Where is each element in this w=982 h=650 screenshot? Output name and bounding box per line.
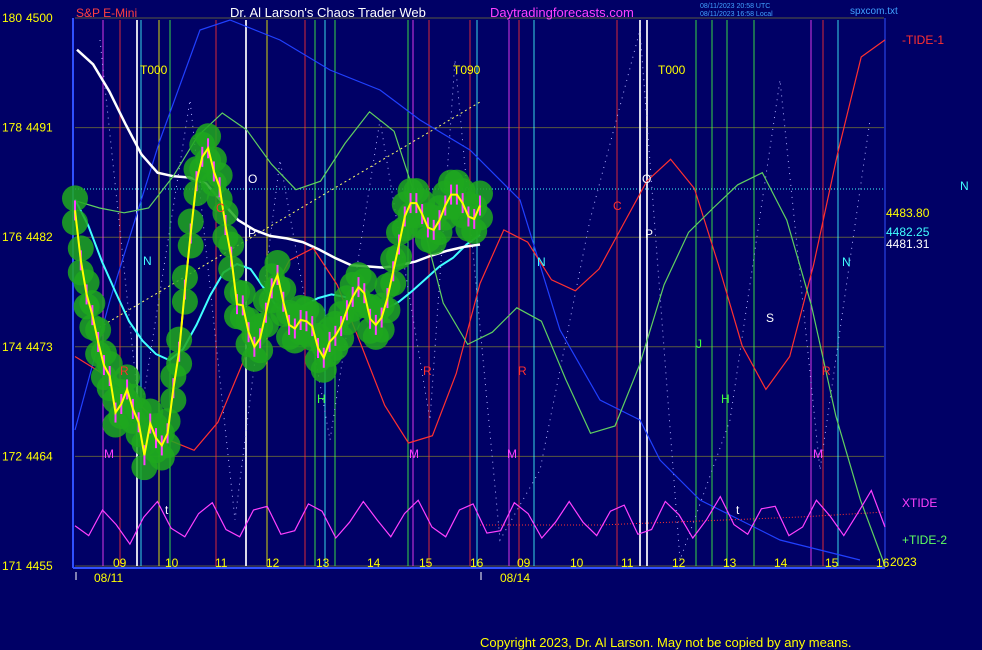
y-label-right: 4455 — [26, 559, 53, 573]
planet-letter: M — [104, 447, 114, 461]
planet-letter: R — [822, 364, 831, 378]
planet-letter: O — [248, 172, 257, 186]
planet-letter: O — [642, 172, 651, 186]
timing-label: T090 — [453, 63, 481, 77]
x-hour-label: 10 — [570, 556, 584, 570]
copyright: Copyright 2023, Dr. Al Larson. May not b… — [480, 635, 851, 650]
y-label-left: 174 — [2, 340, 22, 354]
planet-letter: M — [813, 447, 823, 461]
y-label-right: 4464 — [26, 449, 53, 463]
y-label-left: 178 — [2, 121, 22, 135]
file-label: spxcom.txt — [850, 6, 898, 17]
planet-letter: C — [216, 201, 225, 215]
planet-letter: H — [317, 392, 326, 406]
x-hour-label: 12 — [266, 556, 280, 570]
timing-label: T000 — [658, 63, 686, 77]
y-label-right: 4491 — [26, 121, 53, 135]
right-value-yellow: 4483.80 — [886, 206, 930, 220]
planet-letter: M — [409, 447, 419, 461]
x-hour-label: 16 — [876, 556, 890, 570]
planet-letter: S — [766, 311, 774, 325]
planet-letter: R — [120, 364, 129, 378]
timestamp-local: 08/11/2023 16:58 Local — [700, 11, 773, 18]
planet-letter: R — [423, 364, 432, 378]
x-hour-label: 14 — [367, 556, 381, 570]
x-date-label: 08/11 — [94, 571, 123, 585]
x-hour-label: 16 — [470, 556, 484, 570]
tide2-label: +TIDE-2 — [902, 533, 947, 547]
x-hour-label: 11 — [621, 556, 634, 570]
chart-title: Dr. Al Larson's Chaos Trader Web — [230, 5, 426, 20]
x-hour-label: 10 — [165, 556, 179, 570]
planet-letter: N — [842, 255, 851, 269]
x-hour-label: 09 — [113, 556, 127, 570]
y-label-right: 4500 — [26, 11, 53, 25]
xtide-label: XTIDE — [902, 496, 937, 510]
year-label: 2023 — [890, 555, 917, 569]
planet-letter: H — [721, 392, 730, 406]
y-label-left: 180 — [2, 11, 22, 25]
y-label-right: 4473 — [26, 340, 53, 354]
timing-label: T000 — [140, 63, 168, 77]
instrument-label: S&P E-Mini — [76, 6, 137, 20]
x-hour-label: 12 — [672, 556, 686, 570]
chaos-trader-chart: T000 T090 T000OCPNHRMtOCPNJHSRMtNRMRM S&P … — [0, 0, 982, 650]
planet-letter: J — [696, 337, 702, 351]
x-date-label: 08/14 — [500, 571, 530, 585]
y-label-right: 4482 — [26, 230, 53, 244]
x-hour-label: 15 — [825, 556, 839, 570]
planet-letter: R — [518, 364, 527, 378]
right-value-white: 4481.31 — [886, 237, 930, 251]
y-label-left: 176 — [2, 230, 22, 244]
x-hour-label: 11 — [215, 556, 228, 570]
x-hour-label: 13 — [316, 556, 330, 570]
y-label-left: 172 — [2, 449, 22, 463]
planet-letter: N — [143, 254, 152, 268]
n-label: N — [960, 179, 969, 193]
x-hour-label: 14 — [774, 556, 788, 570]
planet-letter: N — [537, 255, 546, 269]
planet-letter: M — [507, 447, 517, 461]
planet-letter: C — [613, 199, 622, 213]
x-hour-label: 09 — [517, 556, 531, 570]
tide1-label: -TIDE-1 — [902, 33, 944, 47]
timestamp-utc: 08/11/2023 20:58 UTC — [700, 3, 770, 10]
plot-background — [0, 0, 982, 650]
site-link[interactable]: Daytradingforecasts.com — [490, 5, 634, 20]
x-hour-label: 13 — [723, 556, 737, 570]
planet-letter: P — [248, 226, 256, 240]
x-hour-label: 15 — [419, 556, 433, 570]
planet-letter: P — [645, 227, 653, 241]
y-label-left: 171 — [2, 559, 22, 573]
